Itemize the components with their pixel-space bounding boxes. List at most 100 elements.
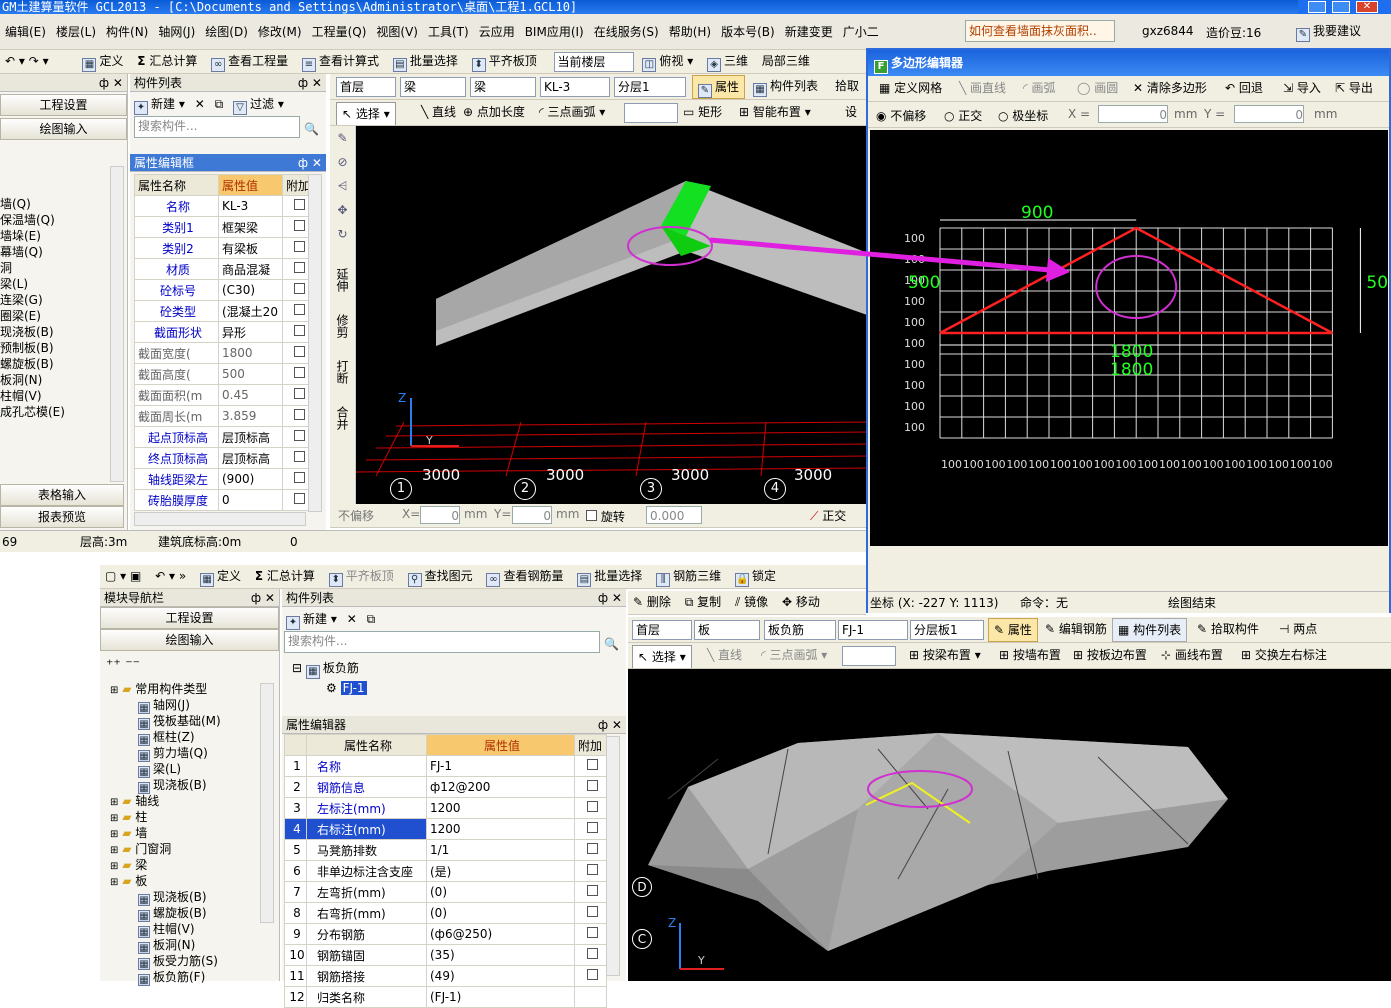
tree-node[interactable]: ▦ 现浇板(B)	[110, 777, 260, 794]
draw-line-button[interactable]: ╲ 画直线	[954, 77, 1011, 99]
extra-checkbox[interactable]	[293, 241, 305, 252]
polygon-canvas[interactable]: 100 100 100 100 100 100 100 100 100 100 100 100 100 1…	[870, 130, 1391, 546]
mirror-button[interactable]: ⫽ 镜像	[730, 591, 773, 613]
bottom-list-button[interactable]: ▦ 构件列表	[1112, 618, 1188, 642]
suggest-button[interactable]: ✎ 我要建议	[1296, 22, 1361, 42]
3d-button[interactable]: ◈ 三维	[702, 50, 753, 72]
y-input[interactable]: 0	[512, 506, 552, 524]
menu-item[interactable]: 新建变更	[780, 21, 838, 43]
clear-polygon-button[interactable]: ✕ 清除多边形	[1128, 77, 1212, 99]
menu-item[interactable]: 版本号(B)	[716, 21, 780, 43]
layer-combo[interactable]: 分层1	[614, 77, 686, 97]
prop-row[interactable]: 终点顶标高 层顶标高	[134, 447, 313, 469]
select-button[interactable]: ↖ 选择 ▾	[336, 102, 396, 125]
extra-checkbox[interactable]	[586, 801, 598, 812]
nav-item[interactable]: 成孔芯模(E)	[0, 404, 112, 420]
undo-button[interactable]: ↶ ▾ ↷ ▾	[0, 50, 54, 72]
menu-item[interactable]: 修改(M)	[253, 21, 307, 43]
bottom-copy-icon[interactable]: ⧉	[367, 612, 376, 626]
view-formula-button[interactable]: ≡ 查看计算式	[297, 50, 384, 72]
bottom-prop-row[interactable]: 11 钢筋搭接 (49)	[284, 965, 607, 987]
extra-checkbox[interactable]	[586, 864, 598, 875]
import-button[interactable]: ⇲ 导入	[1278, 77, 1326, 99]
menu-item[interactable]: 轴网(J)	[153, 21, 200, 43]
define-button[interactable]: ▦ 定义	[77, 50, 128, 72]
extra-checkbox[interactable]	[293, 451, 305, 462]
find-button[interactable]: ⚲ 查找图元	[403, 565, 478, 587]
two-point-button[interactable]: ⊣ 两点	[1274, 618, 1322, 640]
tree-node[interactable]: ▦ 轴网(J)	[110, 697, 260, 714]
tree-node[interactable]: ⊞ ▰ 墙	[110, 825, 260, 841]
extra-checkbox[interactable]	[586, 780, 598, 791]
extra-checkbox[interactable]	[586, 927, 598, 938]
bottom-comp-combo[interactable]: FJ-1	[838, 620, 908, 640]
menu-item[interactable]: 工具(T)	[423, 21, 474, 43]
bottom-type-combo[interactable]: 板负筋	[764, 620, 836, 640]
prop-row[interactable]: 截面宽度(1800	[134, 342, 313, 364]
comp-tree-item[interactable]: ⚙ FJ-1	[282, 679, 626, 695]
tree-node[interactable]: ⊞ ▰ 板	[110, 873, 260, 889]
extra-checkbox[interactable]	[293, 262, 305, 273]
side-tool[interactable]: 延伸	[334, 260, 351, 300]
comp-list-button[interactable]: ▦ 构件列表	[748, 75, 823, 97]
bottom-layer-combo[interactable]: 分层板1	[910, 620, 984, 640]
floor-select[interactable]: 当前楼层	[553, 51, 634, 72]
ortho-button[interactable]: ⟋ 正交	[810, 507, 846, 524]
view-qty-button[interactable]: ∞ 查看工程量	[206, 50, 293, 72]
prop-scrollbar[interactable]	[308, 174, 322, 512]
prop-row[interactable]: 截面面积(m 0.45	[134, 384, 313, 406]
extra-checkbox[interactable]	[586, 969, 598, 980]
rect-button[interactable]: ▭ 矩形	[678, 101, 727, 123]
prop-row[interactable]: 名称 KL-3	[134, 195, 313, 217]
nav-item[interactable]: 现浇板(B)	[0, 324, 112, 340]
tree-node[interactable]: ⊞ ▰ 门窗洞	[110, 841, 260, 857]
bottom-prop-row[interactable]: 8 右弯折(mm) (0)	[284, 902, 607, 924]
edit-rebar-button[interactable]: ✎ 编辑钢筋	[1040, 618, 1112, 640]
bottom-sum-button[interactable]: Σ 汇总计算	[250, 565, 320, 587]
tree-node[interactable]: ⊞ ▰ 梁	[110, 857, 260, 873]
side-tool[interactable]: 打断	[334, 352, 351, 392]
no-offset-select[interactable]: 不偏移	[338, 507, 374, 524]
menu-item[interactable]: 云应用	[474, 21, 520, 43]
prop-row[interactable]: 轴线距梁左 (900)	[134, 468, 313, 490]
bottom-prop-row[interactable]: 7 左弯折(mm) (0)	[284, 881, 607, 903]
poly-x-input[interactable]: 0	[1098, 105, 1168, 123]
tree-node[interactable]: ⊞ ▰ 轴线	[110, 793, 260, 809]
bottom-prop-row[interactable]: 10 钢筋锚固 (35)	[284, 944, 607, 966]
delete-button[interactable]: ✎ 删除	[628, 591, 676, 613]
bottom-arc-combo[interactable]	[842, 646, 896, 666]
bottom-prop-row[interactable]: 6 非单边标注含支座 (是)	[284, 860, 607, 882]
menu-item[interactable]: 广小二	[838, 21, 884, 43]
bottom-3d-view[interactable]: Z Y D C	[628, 669, 1391, 981]
extra-checkbox[interactable]	[586, 843, 598, 854]
menu-item[interactable]: 构件(N)	[101, 21, 153, 43]
new-button[interactable]: ✦ 新建 ▾	[134, 97, 185, 115]
arc-combo[interactable]	[624, 103, 678, 123]
tree-node[interactable]: ▦ 板受力筋(S)	[110, 953, 260, 970]
batch-button[interactable]: ▤ 批量选择	[572, 565, 647, 587]
bottom-delete-icon[interactable]: ✕	[347, 612, 357, 626]
bottom-new-button[interactable]: ✦ 新建 ▾	[286, 612, 337, 630]
export-button[interactable]: ⇱ 导出	[1330, 77, 1378, 99]
bottom-prop-row[interactable]: 9 分布钢筋 (ф6@250)	[284, 923, 607, 945]
left-nav-scrollbar[interactable]	[110, 166, 124, 482]
extra-checkbox[interactable]	[293, 430, 305, 441]
help-search[interactable]: 如何查看墙面抹灰面积..	[965, 20, 1115, 42]
bottom-define-button[interactable]: ▦ 定义	[195, 565, 246, 587]
poly-y-input[interactable]: 0	[1234, 105, 1304, 123]
bottom-prop-row[interactable]: 4 右标注(mm) 1200	[284, 818, 607, 840]
bottom-prop-row[interactable]: 1 名称 FJ-1	[284, 755, 607, 777]
prop-button[interactable]: ✎ 属性	[692, 75, 746, 99]
arc3-button[interactable]: ◜ 三点画弧 ▾	[534, 101, 610, 123]
prop-row[interactable]: 截面形状 异形	[134, 321, 313, 343]
comp-search-input[interactable]: 搜索构件...	[134, 116, 300, 138]
tree-node[interactable]: ⊞ ▰ 柱	[110, 809, 260, 825]
bottom-draw-input[interactable]: 绘图输入	[100, 629, 279, 651]
prop-row[interactable]: 砼标号 (C30)	[134, 279, 313, 301]
nav-item[interactable]: 预制板(B)	[0, 340, 112, 356]
nav-item[interactable]: 梁(L)	[0, 276, 112, 292]
prop-row[interactable]: 截面周长(m 3.859	[134, 405, 313, 427]
menu-item[interactable]: 视图(V)	[371, 21, 423, 43]
settings-button[interactable]: 设	[840, 101, 862, 123]
bottom-nav-scrollbar[interactable]	[260, 683, 274, 923]
